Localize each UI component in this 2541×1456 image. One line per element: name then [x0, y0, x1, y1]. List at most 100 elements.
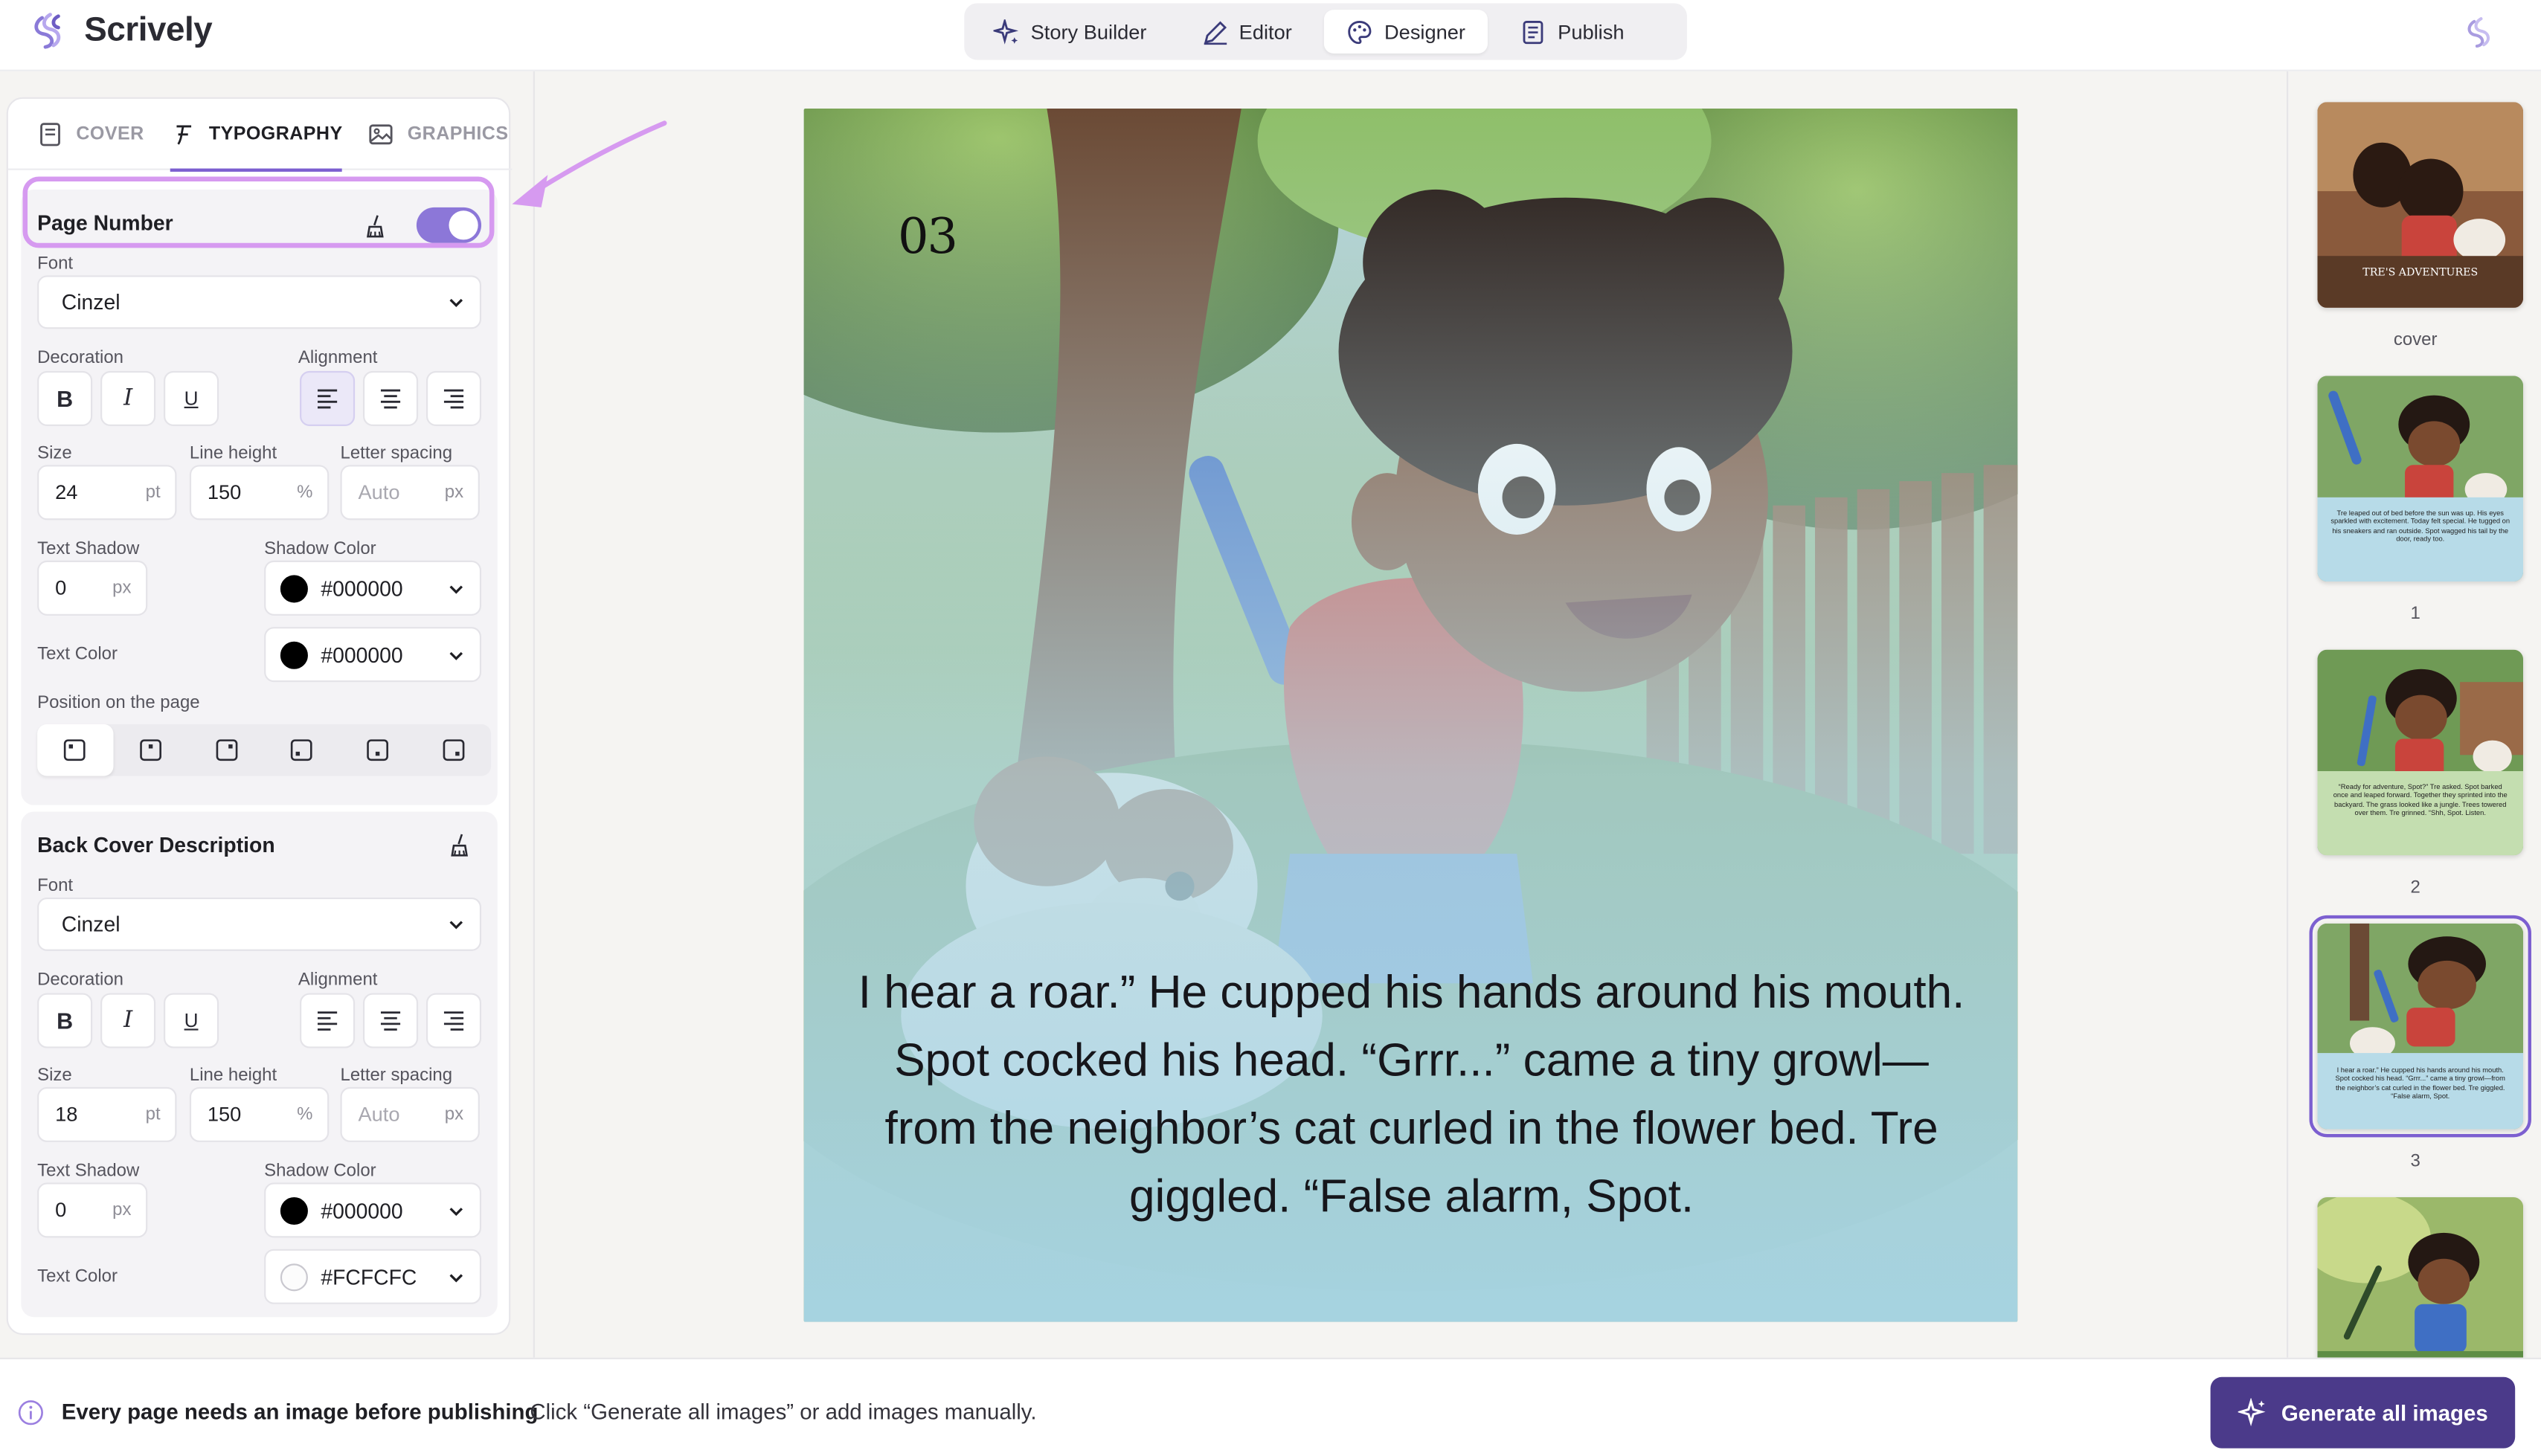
align-center-icon	[380, 389, 401, 409]
tab-graphics[interactable]: GRAPHICS	[368, 98, 508, 170]
size-input[interactable]: 18 pt	[37, 1086, 177, 1142]
underline-glyph: U	[184, 1009, 199, 1032]
letter-spacing-input[interactable]: Auto px	[340, 1086, 480, 1142]
thumbnail-2-image	[2317, 649, 2524, 856]
text-color-swatch	[280, 640, 308, 669]
font-icon	[176, 124, 191, 144]
thumbnail-2[interactable]: “Ready for adventure, Spot?” Tre asked. …	[2317, 649, 2524, 856]
align-right-button[interactable]	[425, 993, 482, 1048]
nav-story-builder[interactable]: Story Builder	[971, 10, 1169, 54]
italic-button[interactable]: I	[100, 993, 156, 1048]
sparkle-icon	[2238, 1398, 2265, 1427]
align-left-button[interactable]	[300, 993, 356, 1048]
position-bottom-left[interactable]	[264, 724, 340, 776]
align-center-button[interactable]	[363, 370, 419, 426]
letter-spacing-label: Letter spacing	[340, 443, 453, 464]
position-top-left-icon	[64, 739, 86, 761]
text-color-label: Text Color	[37, 1266, 118, 1286]
size-input[interactable]: 24 pt	[37, 465, 177, 521]
size-value: 18	[55, 1103, 78, 1127]
chevron-down-icon	[449, 921, 463, 930]
document-icon	[1523, 19, 1543, 44]
back-cover-title: Back Cover Description	[37, 832, 275, 857]
nav-designer[interactable]: Designer	[1324, 10, 1488, 54]
bold-button[interactable]: B	[37, 370, 93, 426]
thumbnail-3[interactable]: I hear a roar.” He cupped his hands arou…	[2309, 915, 2531, 1138]
position-top-left[interactable]	[37, 724, 113, 776]
text-shadow-input[interactable]: 0 px	[37, 560, 148, 616]
font-select[interactable]: Cinzel	[37, 897, 482, 951]
thumbnail-cover[interactable]: TRE'S ADVENTURES	[2317, 102, 2524, 308]
letter-spacing-input[interactable]: Auto px	[340, 465, 480, 521]
page-number-text[interactable]: 03	[898, 209, 958, 265]
position-bottom-center-icon	[367, 739, 389, 761]
nav-story-builder-label: Story Builder	[1030, 20, 1147, 43]
nav-editor[interactable]: Editor	[1179, 10, 1314, 54]
tab-cover-label: COVER	[76, 123, 144, 144]
page-body-text[interactable]: I hear a roar.” He cupped his hands arou…	[852, 959, 1970, 1231]
thumbnail-3-label: 3	[2410, 1151, 2420, 1172]
align-center-button[interactable]	[363, 993, 419, 1048]
alignment-label: Alignment	[298, 970, 378, 990]
text-shadow-input[interactable]: 0 px	[37, 1182, 148, 1238]
shadow-color-select[interactable]: #000000	[264, 1182, 482, 1238]
page-number-section: Page Number Font Cinzel Decoration Align…	[21, 189, 498, 805]
text-color-select[interactable]: #000000	[264, 627, 482, 683]
align-left-button[interactable]	[300, 370, 356, 426]
main-nav: Story Builder Editor Designer Publish	[964, 3, 1687, 60]
scrively-logo-icon	[34, 13, 61, 49]
italic-glyph: I	[123, 1008, 133, 1034]
reset-style-icon[interactable]	[446, 831, 473, 859]
shadow-color-select[interactable]: #000000	[264, 560, 482, 616]
line-height-unit: %	[297, 483, 313, 503]
tab-typography[interactable]: TYPOGRAPHY	[170, 98, 343, 171]
info-icon	[18, 1400, 43, 1426]
chevron-down-icon	[449, 651, 463, 660]
app-name: Scrively	[84, 11, 213, 49]
nav-publish[interactable]: Publish	[1498, 10, 1647, 54]
line-height-input[interactable]: 150%	[189, 1086, 330, 1142]
align-right-icon	[443, 1011, 464, 1031]
thumbnail-2-label: 2	[2410, 877, 2420, 898]
align-right-button[interactable]	[425, 370, 482, 426]
underline-button[interactable]: U	[164, 370, 219, 426]
top-bar: Scrively Story Builder Editor Designer P…	[0, 0, 2541, 71]
generate-all-images-button[interactable]: Generate all images	[2210, 1376, 2516, 1449]
position-picker	[37, 724, 492, 776]
text-color-select[interactable]: #FCFCFC	[264, 1249, 482, 1304]
bold-button[interactable]: B	[37, 993, 93, 1048]
thumbnail-2-text: “Ready for adventure, Spot?” Tre asked. …	[2333, 782, 2508, 817]
nav-editor-label: Editor	[1239, 20, 1292, 43]
letter-spacing-label: Letter spacing	[340, 1066, 453, 1086]
position-top-center-icon	[140, 739, 161, 761]
page-canvas[interactable]: 03 I hear a roar.” He cupped his hands a…	[803, 108, 2018, 1322]
text-shadow-value: 0	[55, 576, 67, 600]
scrively-mark-icon[interactable]	[2463, 15, 2499, 51]
letter-spacing-placeholder: Auto	[358, 1103, 400, 1127]
chevron-down-icon	[449, 585, 463, 594]
thumbnail-4-image	[2317, 1196, 2524, 1358]
app-logo[interactable]: Scrively	[29, 10, 213, 52]
thumbnail-4[interactable]	[2317, 1196, 2524, 1358]
position-bottom-center[interactable]	[340, 724, 416, 776]
tab-cover[interactable]: COVER	[37, 98, 144, 170]
bold-glyph: B	[57, 385, 74, 412]
thumbnail-1[interactable]: Tre leaped out of bed before the sun was…	[2317, 376, 2524, 582]
annotation-arrow-icon	[512, 120, 667, 207]
underline-button[interactable]: U	[164, 993, 219, 1048]
tab-typography-label: TYPOGRAPHY	[208, 123, 343, 144]
thumbnail-3-text: I hear a roar.” He cupped his hands arou…	[2335, 1066, 2505, 1101]
position-bottom-right-icon	[442, 739, 464, 761]
font-select[interactable]: Cinzel	[37, 275, 482, 329]
page-icon	[40, 122, 60, 146]
page-thumbnails: TRE'S ADVENTURES cover Tre leaped out of…	[2287, 71, 2541, 1358]
thumbnail-1-text: Tre leaped out of bed before the sun was…	[2330, 509, 2511, 544]
position-top-right[interactable]	[188, 724, 264, 776]
line-height-value: 150	[207, 481, 242, 504]
text-color-label: Text Color	[37, 645, 118, 665]
alignment-label: Alignment	[298, 348, 378, 368]
line-height-input[interactable]: 150%	[189, 465, 330, 521]
position-bottom-right[interactable]	[416, 724, 492, 776]
position-top-center[interactable]	[113, 724, 189, 776]
italic-button[interactable]: I	[100, 370, 156, 426]
